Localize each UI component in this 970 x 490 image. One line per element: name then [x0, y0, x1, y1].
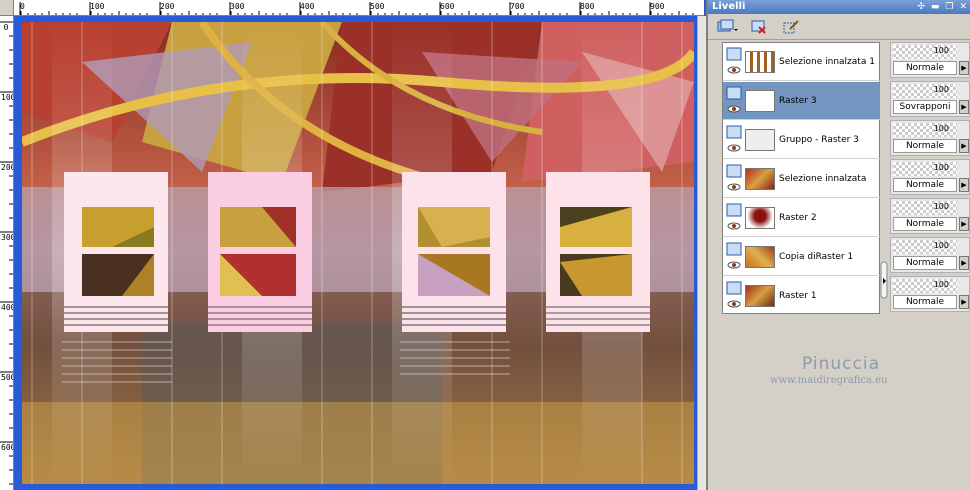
- canvas-workspace[interactable]: 0 100 200 300 400 500 600 700 800 900 0 …: [0, 0, 706, 490]
- panel-title: Livelli: [712, 1, 746, 12]
- opacity-slider[interactable]: 100: [893, 123, 957, 137]
- panel-title-bar: Livelli ✣ ▬ ❐ ✕: [708, 0, 970, 14]
- layer-props-row: 100 Normale ▶: [890, 198, 970, 234]
- opacity-slider[interactable]: 100: [893, 279, 957, 293]
- watermark-url: www.maidiregrafica.eu: [770, 375, 888, 386]
- layer-thumbnail: [745, 245, 775, 268]
- layer-row[interactable]: Raster 2: [723, 199, 880, 237]
- minimize-icon[interactable]: ▬: [931, 0, 940, 14]
- ruler-label: 0: [3, 23, 9, 32]
- layer-row[interactable]: Gruppo - Raster 3: [723, 121, 880, 159]
- ruler-label: 600: [1, 443, 13, 452]
- brush-icon: [783, 19, 799, 33]
- blend-mode-select[interactable]: Normale: [893, 295, 957, 309]
- opacity-slider[interactable]: 100: [893, 201, 957, 215]
- layer-props-row: 100 Normale ▶: [890, 120, 970, 156]
- frame-2: [208, 172, 312, 332]
- artwork-canvas[interactable]: [22, 22, 694, 484]
- scrollbar-track: [880, 261, 888, 299]
- opacity-slider[interactable]: 100: [893, 45, 957, 59]
- opacity-slider[interactable]: 100: [893, 240, 957, 254]
- layer-type-icon: [726, 164, 742, 190]
- edit-selection-button[interactable]: [780, 17, 802, 37]
- layer-name: Selezione innalzata 1: [779, 56, 875, 67]
- canvas-scrollbar-vertical[interactable]: [697, 16, 706, 490]
- layers-toolbar: [708, 14, 970, 40]
- ruler-label: 300: [1, 233, 13, 242]
- layer-type-icon: [726, 281, 742, 307]
- blend-mode-select[interactable]: Normale: [893, 139, 957, 153]
- new-layer-icon: [717, 19, 738, 31]
- expand-arrow-icon[interactable]: ▶: [959, 100, 969, 114]
- ruler-label: 500: [1, 373, 13, 382]
- frame-4: [546, 172, 650, 332]
- ruler-vertical: 0 100 200 300 400 500 600: [0, 16, 14, 490]
- ruler-label: 200: [1, 163, 13, 172]
- layer-thumbnail: [745, 284, 775, 307]
- expand-arrow-icon[interactable]: ▶: [959, 178, 969, 192]
- expand-arrow-icon[interactable]: ▶: [959, 256, 969, 270]
- layer-props-row: 100 Normale ▶: [890, 276, 970, 312]
- blend-mode-select[interactable]: Normale: [893, 178, 957, 192]
- ruler-corner: [0, 0, 14, 16]
- blend-mode-select[interactable]: Normale: [893, 217, 957, 231]
- frame-3: [402, 172, 506, 332]
- layer-thumbnail: [745, 128, 775, 151]
- layer-name: Raster 1: [779, 290, 817, 301]
- pin-icon[interactable]: ✣: [917, 0, 925, 14]
- layers-list[interactable]: Selezione innalzata 1 Raster 3 Gruppo - …: [722, 42, 880, 315]
- layer-row-selected[interactable]: Raster 3: [723, 82, 880, 120]
- layer-row[interactable]: Raster 1: [723, 277, 880, 315]
- ruler-label: 100: [1, 93, 13, 102]
- blend-mode-select[interactable]: Normale: [893, 61, 957, 75]
- layer-props-row: 100 Normale ▶: [890, 42, 970, 78]
- layer-name: Selezione innalzata: [779, 173, 867, 184]
- layers-scrollbar[interactable]: [880, 42, 888, 316]
- expand-arrow-icon[interactable]: ▶: [959, 295, 969, 309]
- new-layer-button[interactable]: [716, 17, 738, 37]
- opacity-slider[interactable]: 100: [893, 84, 957, 98]
- layer-name: Copia diRaster 1: [779, 251, 854, 262]
- frame-1: [64, 172, 168, 332]
- layer-props-row: 100 Sovrapponi ▶: [890, 81, 970, 117]
- group-layer-icon: [726, 125, 742, 151]
- layer-row[interactable]: Selezione innalzata 1: [723, 43, 880, 81]
- layer-type-icon: [726, 203, 742, 229]
- close-icon[interactable]: ✕: [959, 0, 967, 14]
- expand-arrow-icon[interactable]: ▶: [959, 217, 969, 231]
- layer-thumbnail: [745, 89, 775, 112]
- layers-panel: Livelli ✣ ▬ ❐ ✕ Selezione innalzata 1 Ra…: [706, 0, 970, 490]
- expand-arrow-icon[interactable]: ▶: [959, 61, 969, 75]
- expand-arrow-icon[interactable]: ▶: [959, 139, 969, 153]
- restore-icon[interactable]: ❐: [945, 0, 953, 14]
- ruler-ticks: [19, 2, 694, 15]
- delete-layer-icon: [751, 20, 766, 34]
- layer-row[interactable]: Copia diRaster 1: [723, 238, 880, 276]
- layer-type-icon: [726, 47, 742, 73]
- layer-thumbnail: [745, 50, 775, 73]
- layer-thumbnail: [745, 206, 775, 229]
- layer-properties: 100 Normale ▶ 100 Sovrapponi ▶ 100 Norma…: [890, 42, 970, 316]
- layer-type-icon: [726, 86, 742, 112]
- ruler-horizontal: 0 100 200 300 400 500 600 700 800 900: [14, 0, 704, 16]
- opacity-slider[interactable]: 100: [893, 162, 957, 176]
- artwork-image: [22, 22, 694, 484]
- layer-type-icon: [726, 242, 742, 268]
- watermark-name: Pinuccia: [802, 354, 880, 374]
- layer-thumbnail: [745, 167, 775, 190]
- layer-props-row: 100 Normale ▶: [890, 159, 970, 195]
- blend-mode-select[interactable]: Sovrapponi: [893, 100, 957, 114]
- layer-name: Raster 3: [779, 95, 817, 106]
- blend-mode-select[interactable]: Normale: [893, 256, 957, 270]
- ruler-ticks: [0, 21, 13, 485]
- layer-name: Raster 2: [779, 212, 817, 223]
- layer-row[interactable]: Selezione innalzata: [723, 160, 880, 198]
- layer-props-row: 100 Normale ▶: [890, 237, 970, 273]
- ruler-label: 400: [1, 303, 13, 312]
- delete-layer-button[interactable]: [748, 17, 770, 37]
- layer-name: Gruppo - Raster 3: [779, 134, 859, 145]
